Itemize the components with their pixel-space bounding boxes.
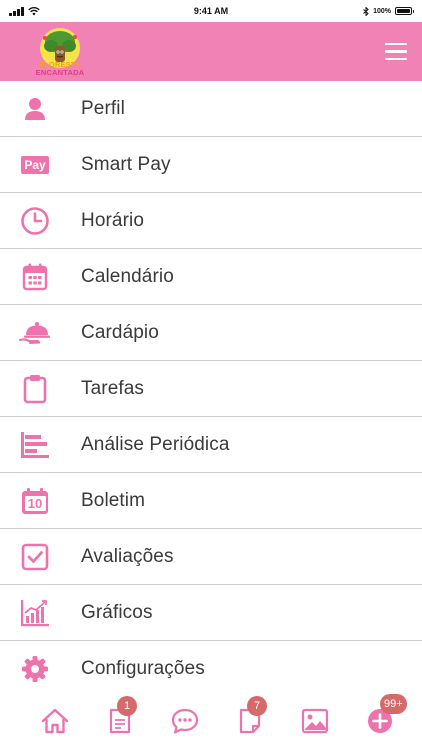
food-cloche-icon [18, 316, 52, 350]
growth-chart-icon [18, 596, 52, 630]
home-icon [41, 708, 69, 734]
main-menu: Perfil Pay Smart Pay Horário Calendário … [0, 81, 422, 697]
pay-icon: Pay [18, 148, 52, 182]
notes-badge: 7 [247, 696, 267, 716]
menu-item-label: Calendário [81, 265, 174, 287]
app-screen: 9:41 AM 100% FLORESTA ENCANTADA Perfil P… [0, 0, 422, 750]
menu-item-label: Tarefas [81, 377, 145, 399]
clock-icon [18, 204, 52, 238]
menu-item-horario[interactable]: Horário [0, 193, 422, 249]
menu-item-perfil[interactable]: Perfil [0, 81, 422, 137]
calendar-ten-icon: 10 [18, 484, 52, 518]
menu-item-label: Perfil [81, 97, 125, 119]
tab-gallery[interactable] [298, 704, 332, 738]
tab-home[interactable] [38, 704, 72, 738]
school-logo[interactable]: FLORESTA ENCANTADA [34, 26, 86, 78]
menu-item-calendario[interactable]: Calendário [0, 249, 422, 305]
menu-item-boletim[interactable]: 10 Boletim [0, 473, 422, 529]
menu-item-label: Boletim [81, 489, 146, 511]
battery-icon [395, 7, 414, 15]
menu-item-smart-pay[interactable]: Pay Smart Pay [0, 137, 422, 193]
menu-item-label: Smart Pay [81, 153, 171, 175]
menu-item-label: Gráficos [81, 601, 153, 623]
bar-analysis-icon [18, 428, 52, 462]
checkbox-icon [18, 540, 52, 574]
menu-item-label: Configurações [81, 658, 205, 679]
tab-documents[interactable]: 1 [103, 696, 137, 738]
calendar-ten-text: 10 [24, 496, 46, 511]
menu-item-label: Análise Periódica [81, 433, 230, 455]
person-icon [18, 92, 52, 126]
hamburger-menu-icon[interactable] [377, 40, 407, 64]
documents-badge: 1 [117, 696, 137, 716]
menu-item-avaliacoes[interactable]: Avaliações [0, 529, 422, 585]
menu-item-label: Cardápio [81, 321, 159, 343]
tab-notes[interactable]: 7 [233, 696, 267, 738]
gear-icon [18, 652, 52, 686]
tab-messages[interactable] [168, 704, 202, 738]
menu-item-label: Avaliações [81, 545, 174, 567]
app-header: FLORESTA ENCANTADA [0, 22, 422, 81]
menu-item-analise-periodica[interactable]: Análise Periódica [0, 417, 422, 473]
menu-item-tarefas[interactable]: Tarefas [0, 361, 422, 417]
more-badge: 99+ [380, 694, 407, 714]
tab-more[interactable]: 99+ [363, 694, 407, 738]
calendar-icon [18, 260, 52, 294]
image-icon [301, 708, 329, 734]
menu-item-configuracoes[interactable]: Configurações [0, 641, 422, 697]
menu-item-cardapio[interactable]: Cardápio [0, 305, 422, 361]
status-bar: 9:41 AM 100% [0, 0, 422, 22]
menu-item-graficos[interactable]: Gráficos [0, 585, 422, 641]
logo-text-line2: ENCANTADA [35, 67, 85, 77]
pay-icon-text: Pay [21, 155, 49, 174]
status-time: 9:41 AM [193, 6, 229, 16]
bottom-tab-bar: 1 7 99+ [0, 692, 422, 750]
clipboard-icon [18, 372, 52, 406]
chat-bubble-icon [171, 708, 199, 734]
menu-item-label: Horário [81, 209, 144, 231]
